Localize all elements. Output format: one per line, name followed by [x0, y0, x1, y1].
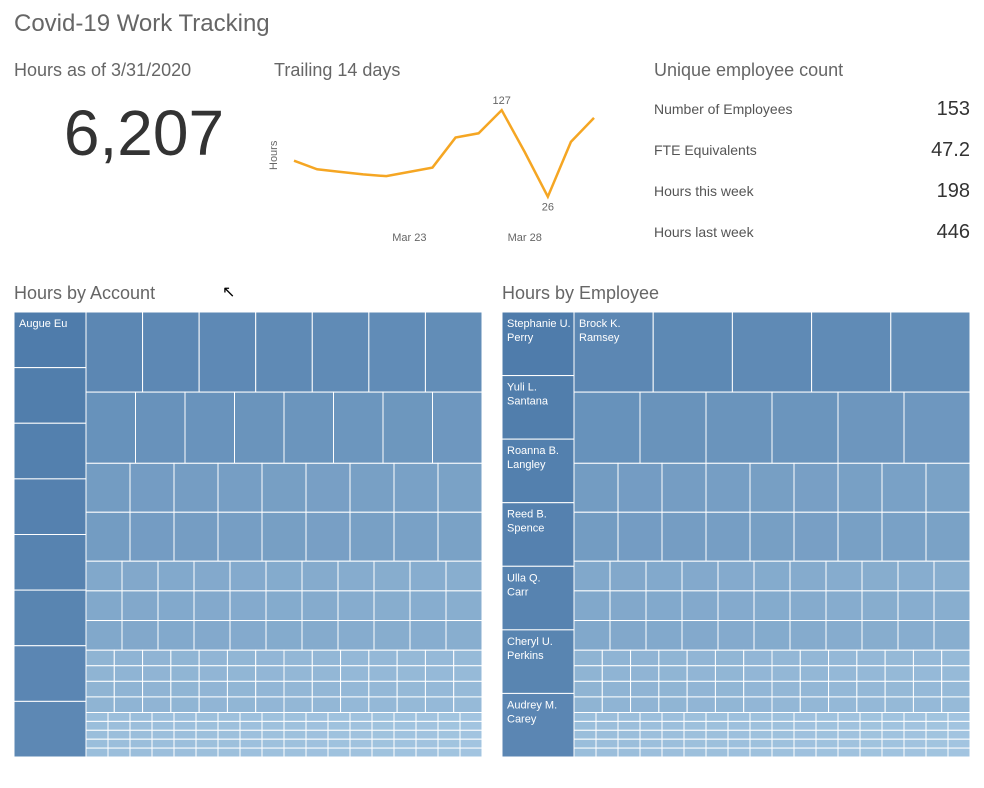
sparkline-title: Trailing 14 days [274, 60, 614, 81]
svg-text:Ramsey: Ramsey [579, 332, 620, 344]
svg-text:Mar 23: Mar 23 [392, 232, 426, 244]
treemap-account-panel: Hours by Account Augue Eu [14, 283, 482, 762]
svg-text:Carey: Carey [507, 713, 537, 725]
treemap-employee-panel: Hours by Employee Stephanie U. Perry Yuli … [502, 283, 970, 762]
stat-label: Number of Employees [654, 101, 793, 117]
svg-text:Ulla Q.: Ulla Q. [507, 572, 541, 584]
stat-label: FTE Equivalents [654, 142, 757, 158]
svg-text:Reed B.: Reed B. [507, 509, 547, 521]
stats-panel: Unique employee count Number of Employee… [614, 60, 970, 253]
stat-label: Hours last week [654, 224, 754, 240]
svg-text:Stephanie U.: Stephanie U. [507, 318, 571, 330]
stat-row: Number of Employees 153 [654, 89, 970, 130]
svg-text:Roanna B.: Roanna B. [507, 445, 559, 457]
stat-value: 153 [937, 98, 970, 121]
svg-text:Perry: Perry [507, 332, 534, 344]
page-title: Covid-19 Work Tracking [14, 10, 970, 38]
kpi-value: 6,207 [14, 101, 274, 165]
svg-text:Spence: Spence [507, 523, 544, 535]
treemap-employee[interactable]: Stephanie U. Perry Yuli L. Santana Roanna B.… [502, 312, 970, 757]
svg-text:Audrey M.: Audrey M. [507, 699, 557, 711]
treemap-account[interactable]: Augue Eu [14, 312, 482, 757]
svg-text:Perkins: Perkins [507, 650, 544, 662]
treemap-employee-title: Hours by Employee [502, 283, 970, 304]
stat-row: Hours this week 198 [654, 171, 970, 212]
svg-text:Langley: Langley [507, 459, 546, 471]
stat-value: 47.2 [931, 139, 970, 162]
svg-text:26: 26 [542, 202, 554, 214]
svg-text:Cheryl U.: Cheryl U. [507, 636, 553, 648]
stat-label: Hours this week [654, 183, 754, 199]
kpi-title: Hours as of 3/31/2020 [14, 60, 274, 81]
svg-text:Carr: Carr [507, 586, 529, 598]
svg-text:Brock K.: Brock K. [579, 318, 621, 330]
stats-title: Unique employee count [654, 60, 970, 81]
sparkline-panel: Trailing 14 days Hours Mar 23Mar 2812726 [274, 60, 614, 249]
treemap-account-title: Hours by Account [14, 283, 482, 304]
svg-text:127: 127 [493, 95, 511, 107]
stat-value: 446 [937, 221, 970, 244]
stat-row: Hours last week 446 [654, 212, 970, 253]
svg-text:Santana: Santana [507, 396, 549, 408]
svg-text:Yuli L.: Yuli L. [507, 382, 537, 394]
kpi-panel: Hours as of 3/31/2020 6,207 [14, 60, 274, 165]
svg-text:Augue Eu: Augue Eu [19, 318, 67, 330]
sparkline-ylabel: Hours [268, 141, 280, 170]
svg-text:Mar 28: Mar 28 [508, 232, 542, 244]
stat-value: 198 [937, 180, 970, 203]
sparkline-chart[interactable]: Mar 23 Mar 28 127 26 [274, 89, 604, 249]
stat-row: FTE Equivalents 47.2 [654, 130, 970, 171]
